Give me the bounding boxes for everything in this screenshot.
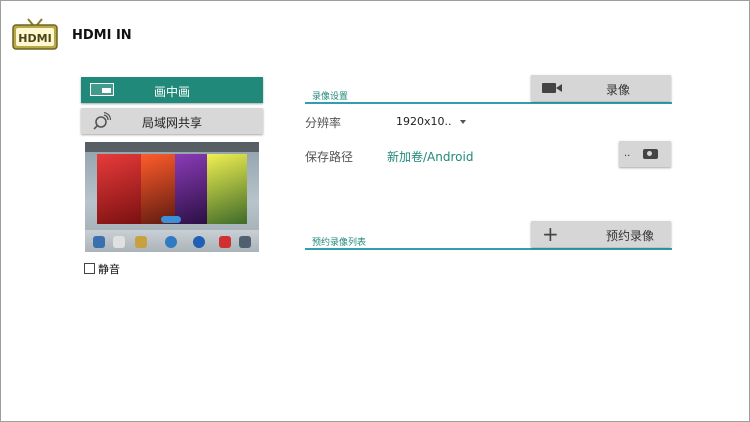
hdmi-tv-logo-icon: HDMI: [12, 18, 58, 50]
pip-button[interactable]: 画中画: [81, 77, 263, 103]
app-title: HDMI IN: [72, 28, 132, 43]
preview-app-icon: [113, 236, 125, 248]
svg-text:HDMI: HDMI: [18, 32, 51, 45]
preview-card: [207, 154, 247, 224]
preview-card: [175, 154, 207, 224]
record-button[interactable]: 录像: [531, 75, 671, 101]
lan-share-button-label: 局域网共享: [141, 116, 202, 130]
schedule-list-title: 预约录像列表: [312, 238, 367, 248]
preview-app-tray: [85, 230, 259, 252]
preview-statusbar: [85, 142, 259, 152]
lan-share-button[interactable]: 局域网共享: [81, 108, 263, 134]
preview-app-icon: [193, 236, 205, 248]
preview-card: [97, 154, 141, 224]
preview-card: [141, 154, 175, 224]
video-preview[interactable]: [85, 142, 259, 252]
plus-icon: +: [542, 222, 559, 246]
preview-app-icon: [239, 236, 251, 248]
camcorder-icon: [542, 83, 562, 93]
preview-app-icon: [135, 236, 147, 248]
preview-app-icon: [93, 236, 105, 248]
record-settings-divider: [305, 102, 672, 104]
save-path-value: 新加卷/Android: [387, 150, 474, 164]
pip-button-label: 画中画: [153, 85, 190, 99]
preview-app-icon: [165, 236, 177, 248]
resolution-select[interactable]: 1920x10..: [396, 115, 452, 128]
mute-checkbox[interactable]: [84, 263, 95, 274]
chevron-down-icon[interactable]: [460, 120, 466, 124]
choose-folder-button[interactable]: ..: [619, 141, 671, 167]
choose-folder-button-label: ..: [624, 148, 631, 159]
mute-label: 静音: [98, 263, 120, 276]
schedule-record-button-label: 预约录像: [605, 229, 654, 243]
preview-pill: [161, 216, 181, 223]
schedule-list-divider: [305, 248, 672, 250]
save-path-label: 保存路径: [305, 150, 354, 164]
resolution-label: 分辨率: [305, 116, 342, 130]
schedule-record-button[interactable]: + 预约录像: [531, 221, 671, 247]
record-button-label: 录像: [605, 83, 630, 97]
camera-icon: [643, 149, 658, 159]
preview-app-icon: [219, 236, 231, 248]
record-settings-title: 录像设置: [312, 92, 349, 102]
